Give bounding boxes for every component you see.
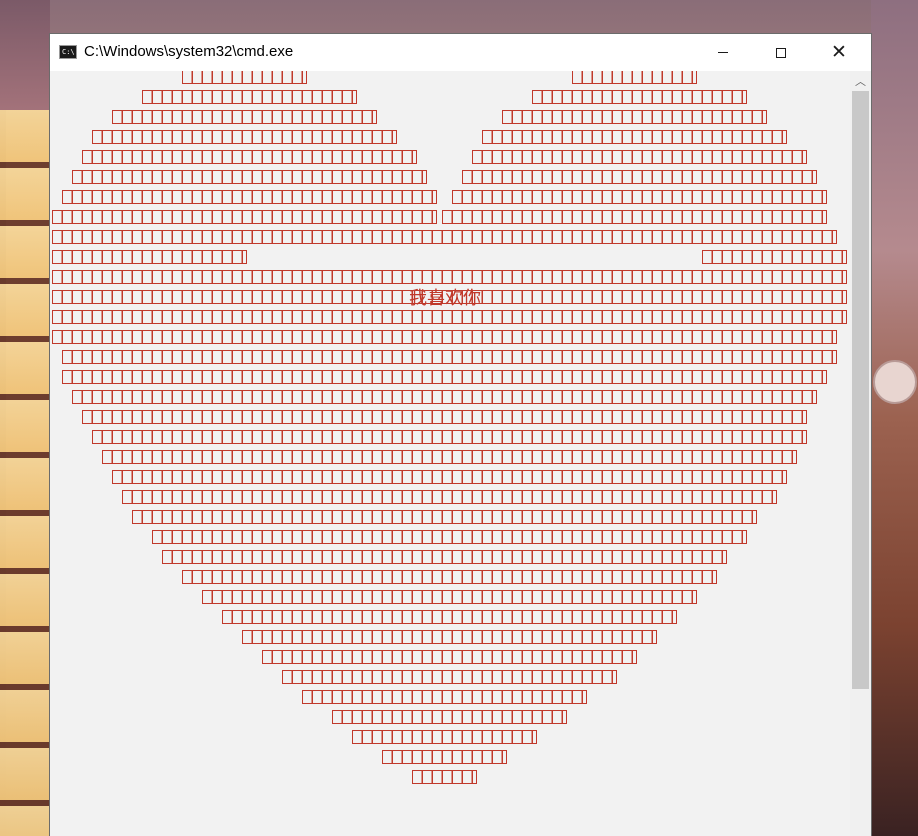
heart-text-row (52, 310, 847, 324)
heart-text-row (352, 730, 537, 744)
heart-text-row (382, 750, 507, 764)
heart-text-row (92, 130, 397, 144)
heart-text-row (302, 690, 587, 704)
heart-text-row (82, 150, 417, 164)
desktop-wallpaper-left (0, 110, 50, 836)
heart-text-row (142, 90, 357, 104)
heart-text-row (132, 510, 757, 524)
heart-text-row (412, 770, 477, 784)
heart-text-row (52, 290, 847, 304)
heart-text-row (182, 570, 717, 584)
heart-text-row (702, 250, 847, 264)
heart-text-row (282, 670, 617, 684)
maximize-icon (776, 47, 786, 58)
heart-text-row (52, 270, 847, 284)
close-icon: ✕ (831, 41, 847, 63)
heart-text-row (62, 190, 437, 204)
desktop-wallpaper-right (871, 0, 918, 836)
heart-text-row (52, 330, 837, 344)
minimize-button[interactable] (694, 34, 752, 71)
heart-text-row (572, 71, 697, 84)
maximize-button[interactable] (752, 34, 810, 71)
heart-text-row (442, 210, 827, 224)
heart-text-row (262, 650, 637, 664)
heart-text-row (502, 110, 767, 124)
heart-text-row (62, 370, 827, 384)
heart-text-row (242, 630, 657, 644)
heart-text-row (112, 470, 787, 484)
heart-text-row (92, 430, 807, 444)
heart-text-row (52, 250, 247, 264)
close-button[interactable]: ✕ (810, 34, 868, 71)
heart-text-row (472, 150, 807, 164)
heart-text-row (122, 490, 777, 504)
cmd-icon: C:\ (59, 45, 77, 59)
cmd-window[interactable]: C:\ C:\Windows\system32\cmd.exe ✕ 我喜欢你 ︿ (50, 34, 871, 836)
window-title: C:\Windows\system32\cmd.exe (84, 43, 294, 60)
heart-text-row (222, 610, 677, 624)
heart-text-row (462, 170, 817, 184)
wallpaper-clock-icon (873, 360, 917, 404)
heart-text-row (532, 90, 747, 104)
heart-text-row (102, 450, 797, 464)
scroll-up-arrow-icon[interactable]: ︿ (850, 71, 871, 91)
heart-text-row (452, 190, 827, 204)
heart-text-row (152, 530, 747, 544)
heart-text-row (72, 390, 817, 404)
title-bar[interactable]: C:\ C:\Windows\system32\cmd.exe ✕ (50, 34, 871, 71)
heart-text-row (72, 170, 427, 184)
heart-text-row (112, 110, 377, 124)
console-output[interactable]: 我喜欢你 (50, 71, 850, 836)
heart-text-row (62, 350, 837, 364)
heart-text-row (482, 130, 787, 144)
heart-text-row (202, 590, 697, 604)
heart-text-row (332, 710, 567, 724)
scroll-thumb[interactable] (852, 91, 869, 689)
vertical-scrollbar[interactable]: ︿ (850, 71, 871, 836)
minimize-icon (718, 52, 728, 53)
heart-text-row (162, 550, 727, 564)
heart-text-row (182, 71, 307, 84)
desktop-wallpaper-left-top (0, 0, 50, 110)
heart-text-row (52, 210, 437, 224)
heart-text-row (52, 230, 837, 244)
heart-text-row (82, 410, 807, 424)
